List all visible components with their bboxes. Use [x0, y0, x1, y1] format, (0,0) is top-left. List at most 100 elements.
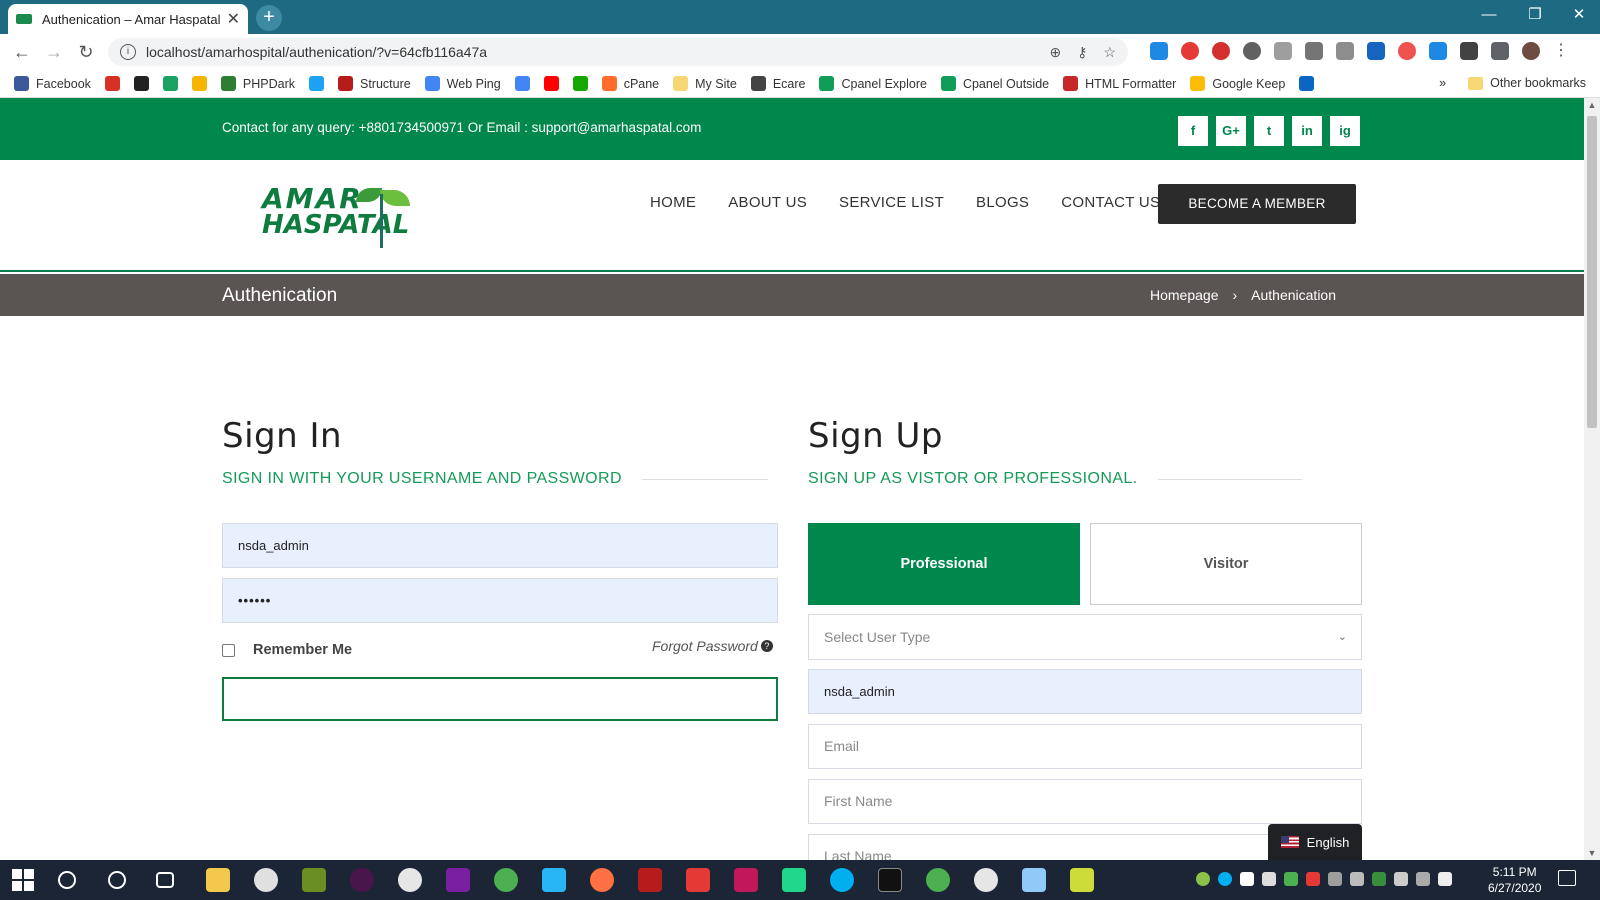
- bookmark-item[interactable]: [104, 76, 120, 91]
- scroll-up-icon[interactable]: ▲: [1584, 100, 1600, 110]
- tray-shield-icon[interactable]: [1240, 872, 1254, 886]
- reload-icon[interactable]: ↻: [70, 42, 102, 63]
- wordpress-extension-icon[interactable]: [1243, 42, 1261, 60]
- bookmark-item[interactable]: Ecare: [750, 76, 805, 91]
- become-member-button[interactable]: BECOME A MEMBER: [1158, 184, 1356, 224]
- forward-icon[interactable]: →: [38, 42, 70, 63]
- twitter-icon[interactable]: t: [1254, 116, 1284, 146]
- tray-device-icon[interactable]: [1350, 872, 1364, 886]
- phpstorm-icon[interactable]: [446, 868, 470, 892]
- bookmark-item[interactable]: Cpanel Explore: [819, 76, 927, 91]
- tab-visitor[interactable]: Visitor: [1090, 523, 1362, 605]
- cortana-icon[interactable]: [108, 871, 126, 889]
- notification-center-icon[interactable]: [1558, 870, 1576, 886]
- address-bar[interactable]: i localhost/amarhospital/authenication/?…: [108, 38, 1128, 66]
- tray-skype-icon[interactable]: [1218, 872, 1232, 886]
- bookmark-item[interactable]: [191, 76, 207, 91]
- nav-item-about-us[interactable]: ABOUT US: [728, 194, 807, 211]
- bookmark-item[interactable]: [1299, 76, 1315, 91]
- tab-professional[interactable]: Professional: [808, 523, 1080, 605]
- anydesk-icon[interactable]: [686, 868, 710, 892]
- bookmark-item[interactable]: [572, 76, 588, 91]
- site-logo[interactable]: AMAR HASPATAL: [262, 185, 422, 248]
- db-extension-icon[interactable]: [1336, 42, 1354, 60]
- remember-me-checkbox[interactable]: [222, 643, 235, 657]
- filezilla-icon[interactable]: [638, 868, 662, 892]
- first-name-field[interactable]: First Name: [808, 779, 1362, 824]
- nav-item-service-list[interactable]: SERVICE LIST: [839, 194, 944, 211]
- bookmark-item[interactable]: PHPDark: [220, 76, 295, 91]
- vue-extension-icon[interactable]: [1274, 42, 1292, 60]
- nav-item-blogs[interactable]: BLOGS: [976, 194, 1029, 211]
- breadcrumb-home-link[interactable]: Homepage: [1150, 287, 1219, 303]
- forgot-password-link[interactable]: Forgot Password ?: [652, 638, 773, 654]
- remember-me[interactable]: Remember Me: [222, 642, 352, 658]
- app-icon[interactable]: [398, 868, 422, 892]
- language-switcher[interactable]: English: [1268, 824, 1362, 860]
- scrollbar-thumb[interactable]: [1587, 116, 1597, 428]
- volume-icon[interactable]: [1394, 872, 1408, 886]
- bookmark-item[interactable]: Cpanel Outside: [940, 76, 1049, 91]
- site-info-icon[interactable]: i: [120, 44, 136, 60]
- back-icon[interactable]: ←: [6, 42, 38, 63]
- bookmark-star-icon[interactable]: ☆: [1103, 44, 1116, 61]
- bookmark-item[interactable]: HTML Formatter: [1063, 76, 1176, 91]
- other-bookmarks[interactable]: Other bookmarks: [1490, 76, 1586, 90]
- tray-app-icon[interactable]: [1328, 872, 1342, 886]
- restore-icon[interactable]: ❐: [1512, 0, 1558, 34]
- chrome-active-icon[interactable]: [926, 868, 950, 892]
- slack-icon[interactable]: [350, 868, 374, 892]
- skype-icon[interactable]: [830, 868, 854, 892]
- chart-app-icon[interactable]: [1070, 868, 1094, 892]
- key-icon[interactable]: ⚷: [1077, 44, 1087, 61]
- facebook-icon[interactable]: f: [1178, 116, 1208, 146]
- bookmark-item[interactable]: [162, 76, 178, 91]
- close-window-icon[interactable]: ✕: [1556, 0, 1600, 34]
- tray-drive-icon[interactable]: [1284, 872, 1298, 886]
- bookmark-item[interactable]: [543, 76, 559, 91]
- bookmark-item[interactable]: [514, 76, 530, 91]
- puzzle-extensions-icon[interactable]: [1491, 42, 1509, 60]
- bookmark-item[interactable]: Web Ping: [424, 76, 501, 91]
- bookmark-item[interactable]: Google Keep: [1190, 76, 1285, 91]
- tray-check-icon[interactable]: [1196, 872, 1210, 886]
- draw-extension-icon[interactable]: [1367, 42, 1385, 60]
- ban-extension-icon[interactable]: [1398, 42, 1416, 60]
- opera-extension-icon[interactable]: [1212, 42, 1230, 60]
- profile-avatar[interactable]: [1522, 42, 1540, 60]
- bookmarks-overflow-icon[interactable]: »: [1439, 76, 1446, 90]
- mail-extension-icon[interactable]: [1305, 42, 1323, 60]
- webstorm-icon[interactable]: [734, 868, 758, 892]
- instagram-icon[interactable]: ig: [1330, 116, 1360, 146]
- bookmark-item[interactable]: Structure: [338, 76, 411, 91]
- json-extension-icon[interactable]: [1460, 42, 1478, 60]
- google-plus-icon[interactable]: G+: [1216, 116, 1246, 146]
- bookmark-item[interactable]: [309, 76, 324, 91]
- file-explorer-icon[interactable]: [206, 868, 230, 892]
- task-view-icon[interactable]: [156, 872, 174, 888]
- bookmark-item[interactable]: Facebook: [14, 76, 91, 91]
- nav-item-home[interactable]: HOME: [650, 194, 696, 211]
- close-tab-icon[interactable]: ✕: [227, 9, 240, 29]
- battery-icon[interactable]: [1438, 872, 1452, 886]
- tray-slack-icon[interactable]: [1262, 872, 1276, 886]
- nav-item-contact-us[interactable]: CONTACT US: [1061, 194, 1160, 211]
- browser-menu-icon[interactable]: ⋮: [1553, 42, 1571, 60]
- signin-password-input[interactable]: ••••••: [222, 578, 778, 623]
- signup-username-input[interactable]: nsda_admin: [808, 669, 1362, 714]
- adblock-extension-icon[interactable]: [1181, 42, 1199, 60]
- browser-tab[interactable]: Authenication – Amar Haspatal ✕: [8, 4, 248, 34]
- notes-app-icon[interactable]: [1022, 868, 1046, 892]
- location-icon[interactable]: ⊕: [1049, 44, 1061, 61]
- zip-extension-icon[interactable]: [1429, 42, 1447, 60]
- windows-start-icon[interactable]: [12, 869, 34, 891]
- bookmark-item[interactable]: My Site: [673, 76, 737, 91]
- network-icon[interactable]: [1416, 872, 1430, 886]
- signin-submit-button[interactable]: [222, 677, 778, 721]
- firefox-icon[interactable]: [590, 868, 614, 892]
- dash-app-icon[interactable]: [878, 868, 902, 892]
- user-type-select[interactable]: Select User Type ⌄: [808, 614, 1362, 660]
- bookmark-item[interactable]: [133, 76, 149, 91]
- page-scrollbar[interactable]: ▲ ▼: [1584, 98, 1600, 860]
- signin-username-input[interactable]: nsda_admin: [222, 523, 778, 568]
